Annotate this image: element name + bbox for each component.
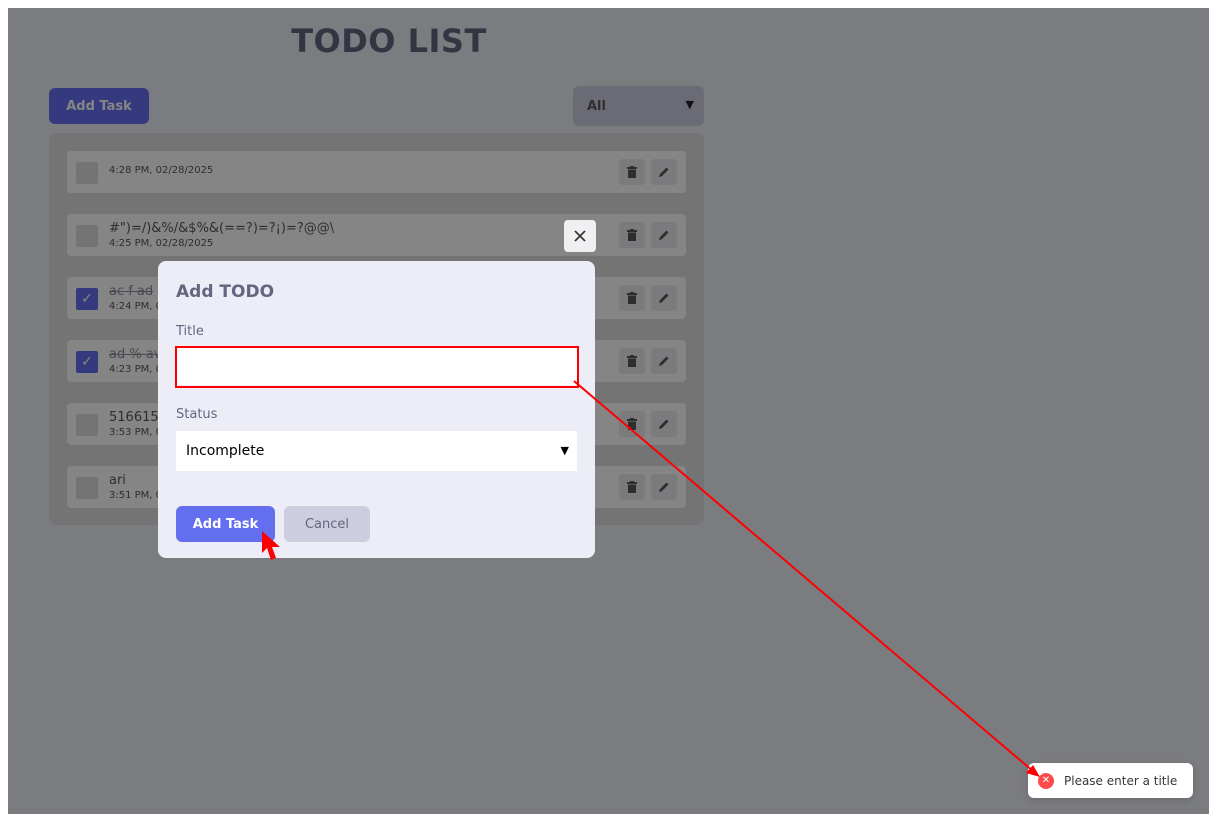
close-modal-button[interactable] [564, 220, 596, 252]
add-todo-modal: Add TODO Title Status Incomplete ▼ Add T… [158, 261, 595, 558]
error-toast: ✕ Please enter a title [1028, 763, 1193, 798]
toast-message: Please enter a title [1064, 773, 1178, 788]
error-icon: ✕ [1038, 772, 1054, 789]
chevron-down-icon: ▼ [560, 444, 569, 457]
status-value: Incomplete [186, 443, 265, 459]
close-icon [574, 230, 586, 242]
cancel-button[interactable]: Cancel [284, 506, 370, 542]
todo-app: TODO LIST Add Task All ▼ 4:28 PM, 02/28/… [8, 8, 1209, 814]
modal-title: Add TODO [176, 282, 275, 302]
status-select[interactable]: Incomplete ▼ [176, 431, 577, 471]
annotation-highlight-box [175, 346, 579, 388]
status-label: Status [176, 407, 218, 422]
submit-add-task-button[interactable]: Add Task [176, 506, 275, 542]
title-label: Title [176, 324, 204, 339]
